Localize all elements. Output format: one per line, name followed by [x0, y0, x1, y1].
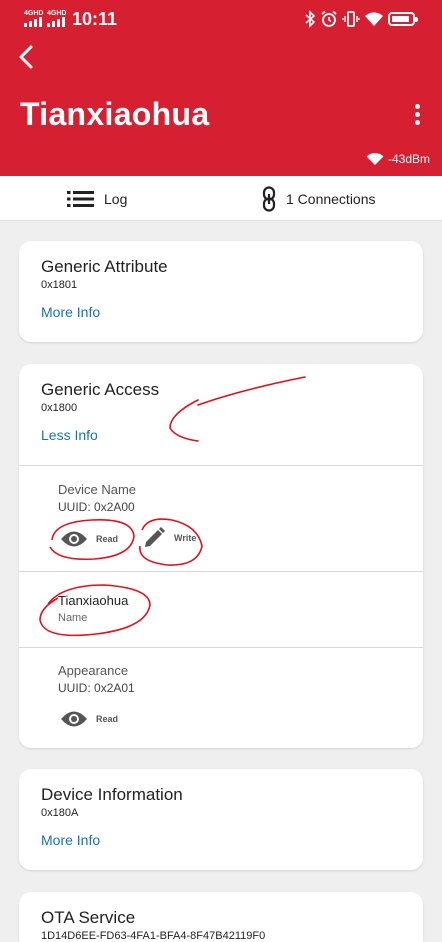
service-card[interactable]: Generic Attribute 0x1801 More Info — [19, 241, 423, 342]
characteristic-name: Device Name — [58, 482, 137, 497]
page-title: Tianxiaohua — [20, 96, 210, 132]
eye-icon — [61, 531, 87, 547]
service-card[interactable]: Generic Access 0x1800 Less Info Device N… — [19, 364, 423, 748]
more-vert-icon[interactable] — [405, 102, 429, 126]
divider — [19, 465, 423, 466]
battery-icon — [388, 12, 418, 26]
service-name: Device Information — [41, 785, 183, 804]
tab-connections-label: 1 Connections — [286, 190, 376, 207]
wifi-icon — [364, 10, 384, 33]
divider — [19, 571, 423, 572]
bluetooth-icon — [304, 10, 316, 33]
wifi-icon — [366, 152, 384, 165]
signal-bars-icon — [47, 17, 65, 27]
service-card[interactable]: Device Information 0x180A More Info — [19, 769, 423, 870]
app-header: 4GHD 4GHD 10:11 Tianxiaohua -43dBm — [0, 0, 442, 176]
characteristic-uuid: UUID: 0x2A01 — [58, 681, 135, 695]
uuid-value: 0x2A01 — [94, 681, 135, 695]
arrow-left-icon — [19, 45, 33, 69]
value-label: Name — [58, 612, 88, 624]
service-uuid: 0x1801 — [41, 279, 78, 291]
characteristic-uuid: UUID: 0x2A00 — [58, 500, 135, 514]
alarm-icon — [320, 10, 338, 33]
divider — [19, 647, 423, 648]
service-uuid: 0x180A — [41, 807, 79, 819]
status-time: 10:11 — [72, 9, 118, 29]
service-name: Generic Attribute — [41, 257, 168, 276]
status-bar: 4GHD 4GHD 10:11 — [0, 0, 442, 38]
rssi-indicator: -43dBm — [366, 150, 430, 168]
read-button[interactable]: Read — [60, 530, 118, 548]
service-name: OTA Service — [41, 908, 136, 927]
rssi-value: -43dBm — [388, 152, 431, 166]
uuid-label: UUID: — [58, 500, 91, 514]
tab-log[interactable]: Log — [67, 176, 127, 221]
eye-icon — [61, 711, 87, 727]
write-label: Write — [174, 533, 197, 543]
service-card[interactable]: OTA Service 1D14D6EE-FD63-4FA1-BFA4-8F47… — [19, 892, 423, 942]
service-name: Generic Access — [41, 380, 160, 399]
read-label: Read — [96, 534, 119, 544]
tab-log-label: Log — [104, 190, 128, 207]
signal-label-1: 4GHD — [24, 10, 44, 17]
uuid-value: 0x2A00 — [94, 500, 135, 514]
more-info-link[interactable]: More Info — [41, 304, 100, 320]
list-icon — [67, 190, 94, 207]
more-info-link[interactable]: More Info — [41, 832, 100, 848]
uuid-label: UUID: — [58, 681, 91, 695]
read-button[interactable]: Read — [60, 710, 118, 728]
read-label: Read — [96, 714, 119, 724]
characteristic-value: Tianxiaohua — [58, 593, 129, 608]
service-uuid: 1D14D6EE-FD63-4FA1-BFA4-8F47B42119F0 — [41, 930, 266, 942]
service-uuid: 0x1800 — [41, 402, 78, 414]
back-button[interactable] — [14, 42, 40, 72]
link-icon — [262, 185, 276, 212]
tab-bar: Log 1 Connections — [0, 176, 442, 221]
pencil-icon — [145, 527, 165, 547]
write-button[interactable]: Write — [142, 526, 196, 550]
characteristic-name: Appearance — [58, 663, 129, 678]
signal-bars-icon — [24, 17, 42, 27]
less-info-link[interactable]: Less Info — [41, 427, 98, 443]
tab-connections[interactable]: 1 Connections — [262, 176, 376, 221]
battery-level — [392, 16, 409, 22]
signal-label-2: 4GHD — [47, 10, 67, 17]
vibrate-icon — [342, 10, 360, 33]
